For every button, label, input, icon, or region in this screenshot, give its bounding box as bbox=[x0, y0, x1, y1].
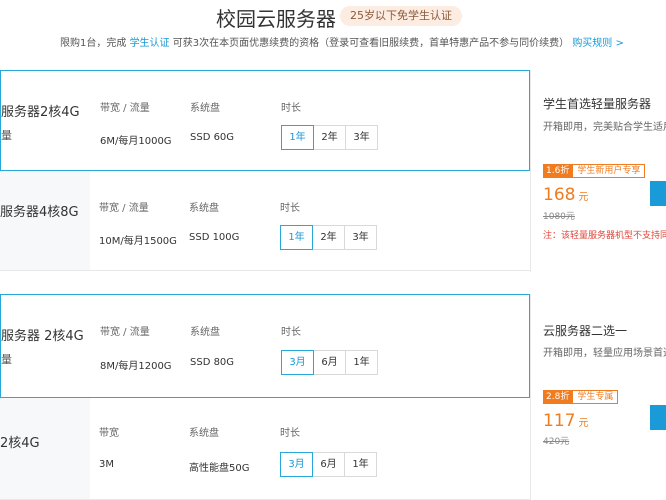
bandwidth-label: 带宽 bbox=[99, 428, 119, 439]
disk-label: 系统盘 bbox=[190, 103, 220, 114]
buy-button[interactable] bbox=[650, 181, 666, 206]
duration-selector: 3月 6月 1年 bbox=[280, 452, 377, 477]
offer-panel: 学生首选轻量服务器 开箱即用，完美贴合学生适用 1.6折 学生新用户专享 168… bbox=[530, 70, 666, 272]
offer-title: 学生首选轻量服务器 bbox=[543, 97, 652, 111]
plan-row[interactable]: 服务器4核8G 带宽 / 流量 系统盘 时长 10M/每月1500G SSD 1… bbox=[0, 171, 530, 271]
bandwidth-label: 带宽 / 流量 bbox=[100, 103, 150, 114]
duration-option-1[interactable]: 3月 bbox=[280, 452, 313, 477]
bandwidth-value: 6M/每月1000G bbox=[100, 136, 172, 147]
age-badge: 25岁以下免学生认证 bbox=[340, 6, 462, 26]
discount-tag: 2.8折 学生专属 bbox=[543, 390, 619, 404]
plan-group-1: 服务器2核4G 量 带宽 / 流量 系统盘 时长 6M/每月1000G SSD … bbox=[0, 70, 666, 272]
offer-panel: 云服务器二选一 开箱即用，轻量应用场景首选 2.8折 学生专属 117 元 420… bbox=[530, 294, 666, 500]
duration-option-1[interactable]: 1年 bbox=[281, 125, 314, 150]
duration-option-3[interactable]: 3年 bbox=[345, 125, 378, 150]
plan-row[interactable]: 2核4G 带宽 系统盘 时长 3M 高性能盘50G 3月 6月 1年 bbox=[0, 398, 530, 500]
duration-label: 时长 bbox=[281, 103, 301, 114]
duration-selector: 1年 2年 3年 bbox=[281, 125, 378, 150]
duration-label: 时长 bbox=[281, 327, 301, 338]
disk-label: 系统盘 bbox=[189, 203, 219, 214]
duration-option-3[interactable]: 1年 bbox=[344, 452, 377, 477]
plan-name: 服务器2核4G bbox=[1, 105, 80, 120]
plan-name: 2核4G bbox=[0, 436, 40, 451]
bandwidth-value: 8M/每月1200G bbox=[100, 361, 172, 372]
disk-value: 高性能盘50G bbox=[189, 463, 250, 474]
plan-group-2: 服务器 2核4G 量 带宽 / 流量 系统盘 时长 8M/每月1200G SSD… bbox=[0, 294, 666, 500]
plan-name: 服务器 2核4G bbox=[1, 329, 84, 344]
disk-value: SSD 60G bbox=[190, 132, 235, 143]
notice-text-pre: 限购1台，完成 bbox=[60, 38, 127, 49]
disk-value: SSD 100G bbox=[189, 232, 240, 243]
offer-desc: 开箱即用，完美贴合学生适用 bbox=[543, 122, 666, 133]
notice-text-mid: 可获3次在本页面优惠续费的资格（登录可查看旧服续费，首单特惠产品不参与同价续费） bbox=[172, 38, 570, 49]
duration-selector: 3月 6月 1年 bbox=[281, 350, 378, 375]
duration-option-2[interactable]: 6月 bbox=[313, 350, 346, 375]
price-value: 117 bbox=[543, 411, 576, 431]
discount-tag: 1.6折 学生新用户专享 bbox=[543, 164, 646, 178]
offer-desc: 开箱即用，轻量应用场景首选 bbox=[543, 348, 666, 359]
plan-name-sub: 量 bbox=[1, 353, 12, 366]
duration-option-2[interactable]: 2年 bbox=[313, 125, 346, 150]
purchase-rules-link[interactable]: 购买规则 > bbox=[572, 38, 624, 49]
price: 117 元 bbox=[543, 411, 588, 431]
duration-option-1[interactable]: 3月 bbox=[281, 350, 314, 375]
discount-rate: 2.8折 bbox=[543, 390, 573, 404]
purchase-notice: 限购1台，完成 学生认证 可获3次在本页面优惠续费的资格（登录可查看旧服续费，首… bbox=[60, 34, 624, 49]
price-unit: 元 bbox=[578, 418, 589, 429]
original-price: 420元 bbox=[543, 437, 570, 447]
bandwidth-label: 带宽 / 流量 bbox=[99, 203, 149, 214]
disk-label: 系统盘 bbox=[189, 428, 219, 439]
discount-rate: 1.6折 bbox=[543, 164, 573, 178]
bandwidth-value: 3M bbox=[99, 459, 114, 470]
discount-label: 学生专属 bbox=[572, 390, 619, 404]
offer-note: 注：该轻量服务器机型不支持同价 bbox=[543, 231, 666, 241]
offer-title: 云服务器二选一 bbox=[543, 324, 628, 338]
duration-option-3[interactable]: 1年 bbox=[345, 350, 378, 375]
duration-option-2[interactable]: 2年 bbox=[312, 225, 345, 250]
duration-option-2[interactable]: 6月 bbox=[312, 452, 345, 477]
student-auth-link[interactable]: 学生认证 bbox=[130, 38, 170, 49]
plan-name: 服务器4核8G bbox=[0, 205, 79, 220]
duration-option-1[interactable]: 1年 bbox=[280, 225, 313, 250]
duration-option-3[interactable]: 3年 bbox=[344, 225, 377, 250]
disk-label: 系统盘 bbox=[190, 327, 220, 338]
duration-selector: 1年 2年 3年 bbox=[280, 225, 377, 250]
duration-label: 时长 bbox=[280, 428, 300, 439]
discount-label: 学生新用户专享 bbox=[572, 164, 646, 178]
bandwidth-value: 10M/每月1500G bbox=[99, 236, 177, 247]
bandwidth-label: 带宽 / 流量 bbox=[100, 327, 150, 338]
plan-card-selected[interactable]: 服务器2核4G 量 带宽 / 流量 系统盘 时长 6M/每月1000G SSD … bbox=[0, 70, 530, 171]
plan-card-selected[interactable]: 服务器 2核4G 量 带宽 / 流量 系统盘 时长 8M/每月1200G SSD… bbox=[0, 294, 530, 398]
plan-name-cell bbox=[0, 171, 90, 270]
price: 168 元 bbox=[543, 185, 588, 205]
plan-name-sub: 量 bbox=[1, 129, 12, 142]
price-value: 168 bbox=[543, 185, 576, 205]
page-header: 校园云服务器 25岁以下免学生认证 限购1台，完成 学生认证 可获3次在本页面优… bbox=[0, 0, 666, 60]
duration-label: 时长 bbox=[280, 203, 300, 214]
original-price: 1080元 bbox=[543, 212, 575, 222]
disk-value: SSD 80G bbox=[190, 357, 235, 368]
page-title: 校园云服务器 bbox=[216, 7, 336, 31]
buy-button[interactable] bbox=[650, 405, 666, 430]
price-unit: 元 bbox=[578, 192, 589, 203]
